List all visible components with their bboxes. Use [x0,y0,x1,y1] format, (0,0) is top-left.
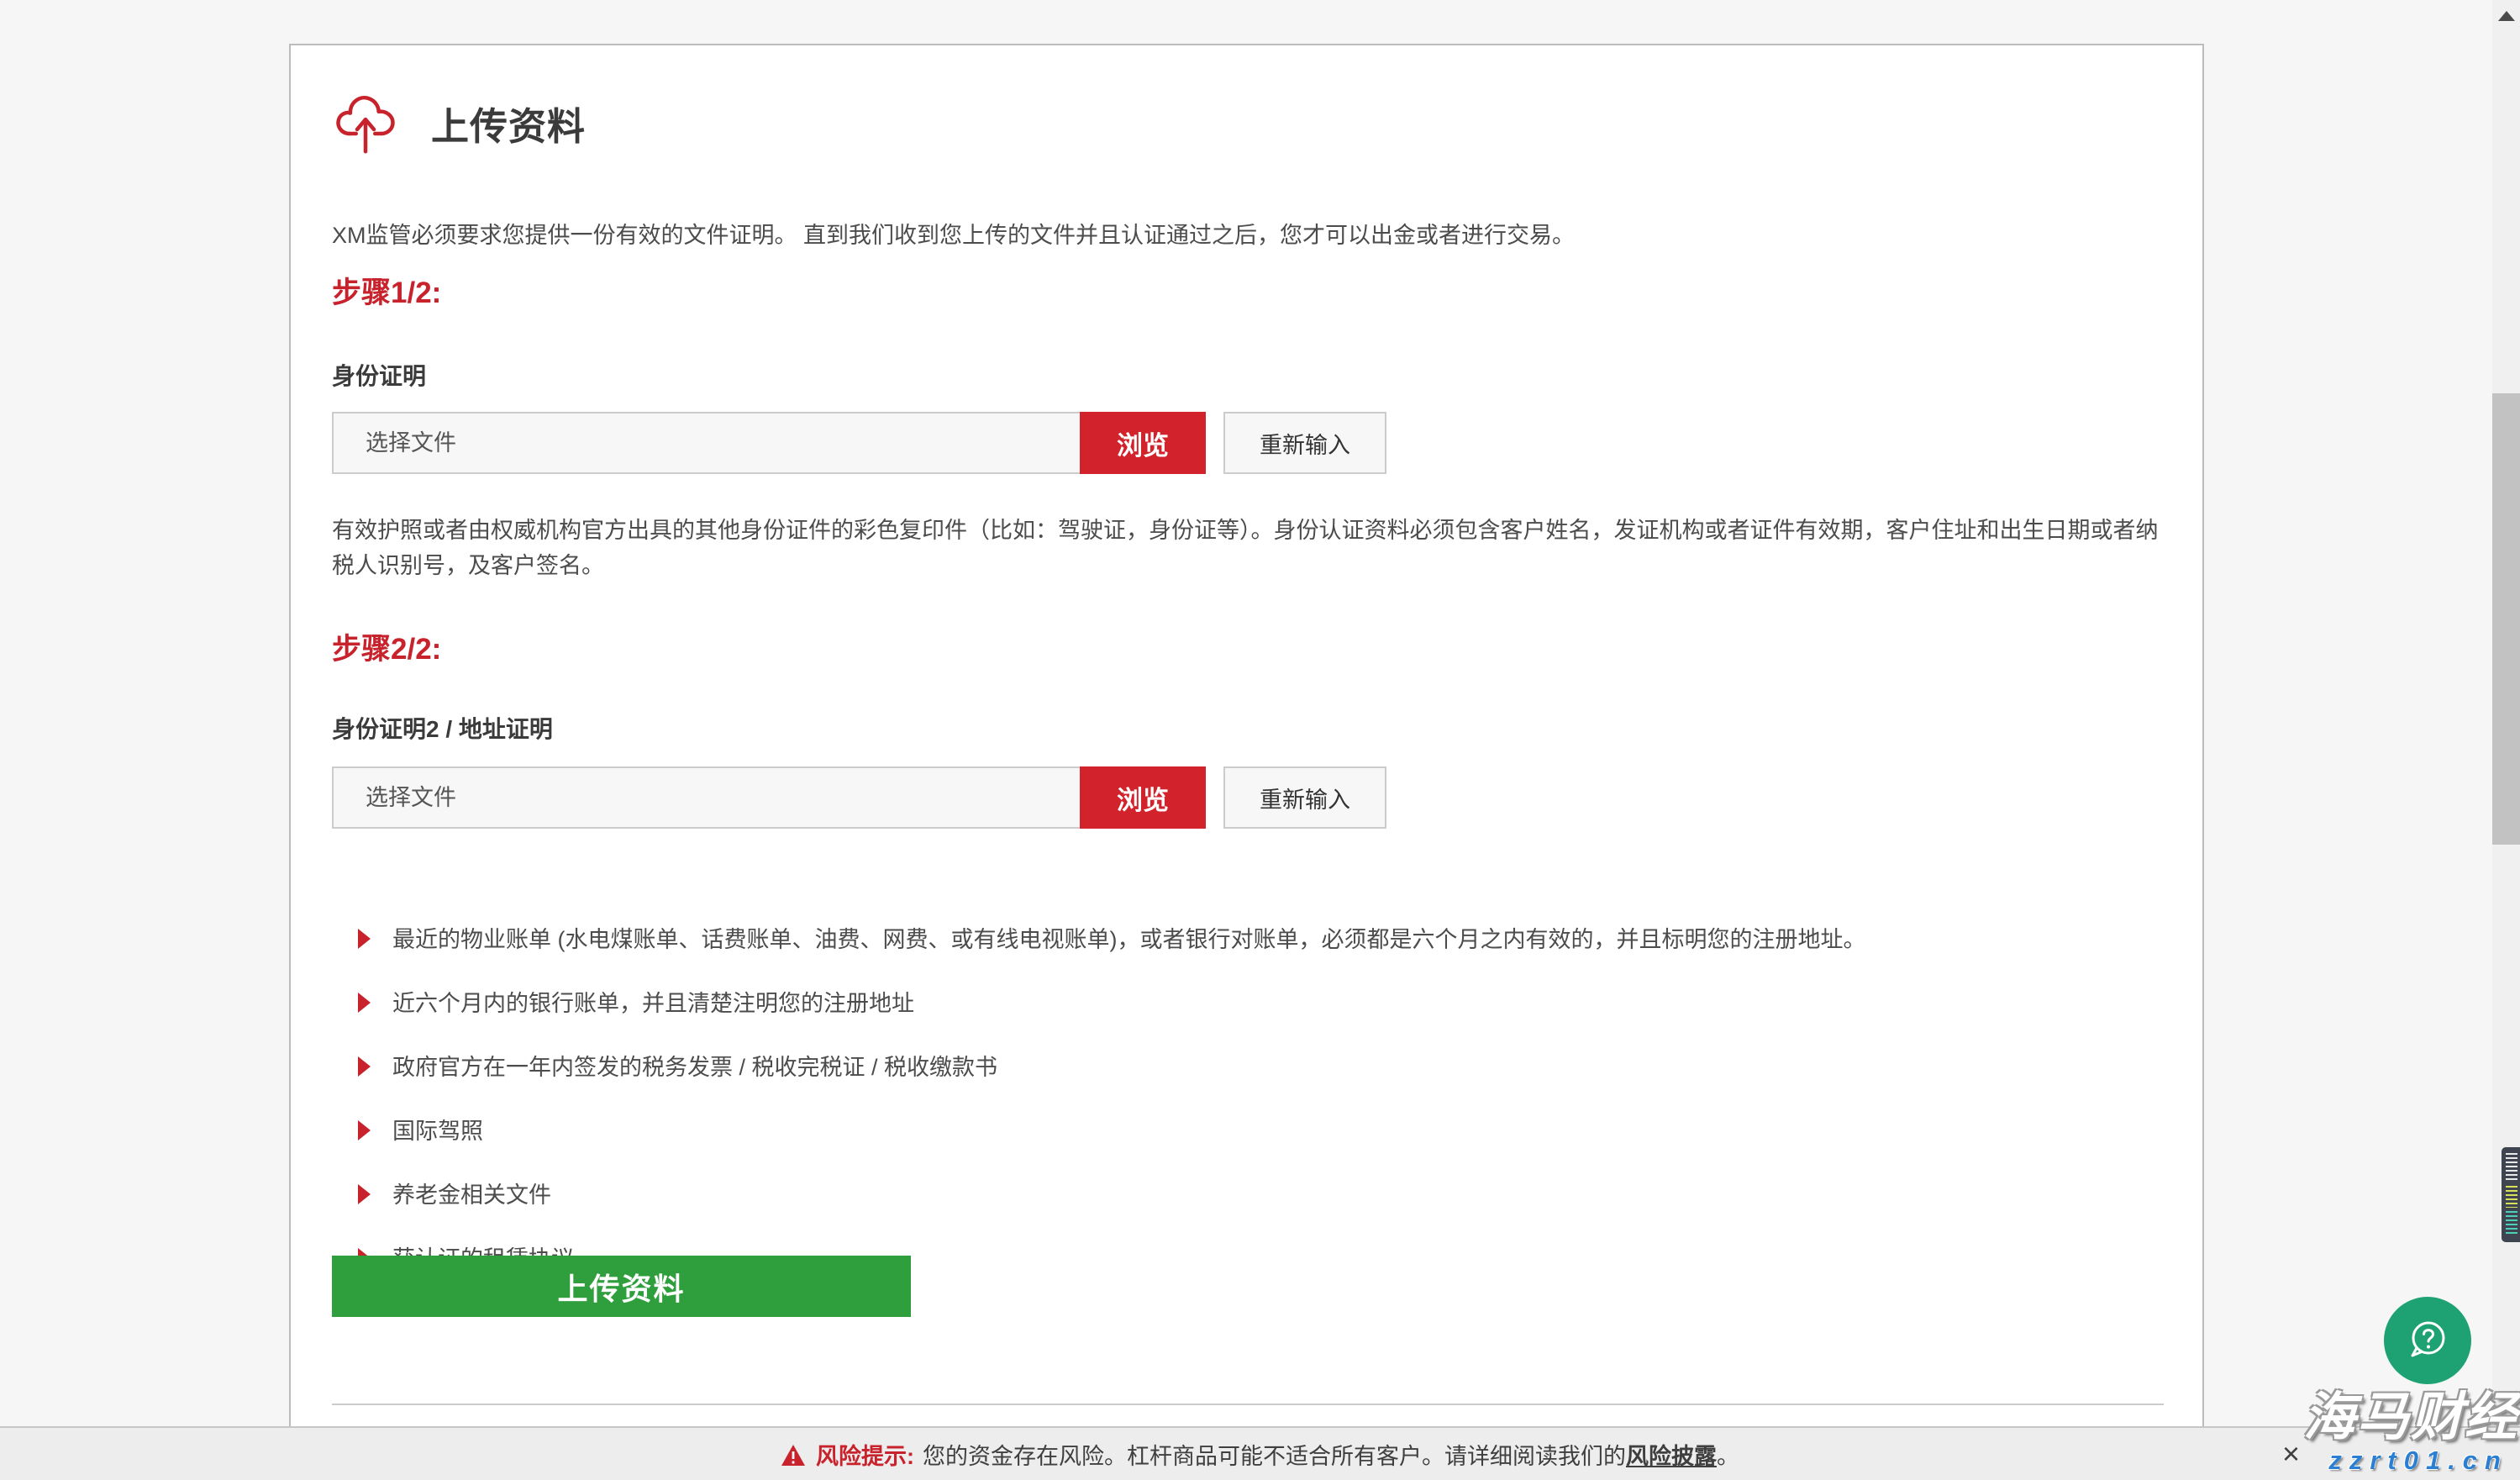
bullet-arrow-icon [358,1184,371,1204]
led-meter-widget[interactable] [2502,1147,2520,1242]
vertical-scrollbar[interactable] [2492,0,2520,1480]
led-yellow-band [2506,1186,2517,1208]
list-item: 养老金相关文件 [358,1177,2123,1209]
page-title: 上传资料 [431,96,586,150]
scroll-up-arrow-icon [2498,11,2515,21]
bullet-arrow-icon [358,1056,371,1077]
document-text: 养老金相关文件 [392,1177,551,1209]
address-proof-file-row: 浏览 重新输入 [332,766,1386,829]
id-proof-label: 身份证明 [332,358,426,392]
risk-warning-bar: 风险提示: 您的资金存在风险。杠杆商品可能不适合所有客户。请详细阅读我们的风险披… [0,1426,2520,1480]
address-proof-label: 身份证明2 / 地址证明 [332,711,553,745]
document-text: 政府官方在一年内签发的税务发票 / 税收完税证 / 税收缴款书 [392,1049,997,1082]
risk-warning-text: 您的资金存在风险。杠杆商品可能不适合所有客户。请详细阅读我们的 [923,1438,1626,1471]
live-chat-button[interactable] [2384,1297,2471,1384]
id-proof-description: 有效护照或者由权威机构官方出具的其他身份证件的彩色复印件（比如：驾驶证，身份证等… [332,513,2168,583]
id-proof-browse-button[interactable]: 浏览 [1080,412,1206,474]
scrollbar-up-button[interactable] [2492,0,2520,32]
card-header: 上传资料 [332,86,586,161]
document-text: 最近的物业账单 (水电煤账单、话费账单、油费、网费、或有线电视账单)，或者银行对… [392,921,1865,954]
document-text: 国际驾照 [392,1113,483,1146]
address-proof-file-input[interactable] [332,766,1080,829]
id-proof-file-row: 浏览 重新输入 [332,412,1386,474]
list-item: 最近的物业账单 (水电煤账单、话费账单、油费、网费、或有线电视账单)，或者银行对… [358,921,2123,954]
step1-heading: 步骤1/2: [332,269,441,312]
risk-disclosure-link[interactable]: 风险披露 [1626,1438,1717,1471]
list-item: 近六个月内的银行账单，并且清楚注明您的注册地址 [358,985,2123,1018]
help-bubble-icon [2402,1314,2454,1368]
page: 上传资料 XM监管必须要求您提供一份有效的文件证明。 直到我们收到您上传的文件并… [0,0,2520,1480]
bullet-arrow-icon [358,929,371,949]
upload-documents-card: 上传资料 XM监管必须要求您提供一份有效的文件证明。 直到我们收到您上传的文件并… [289,44,2204,1480]
risk-warning-period: 。 [1717,1438,1739,1471]
document-text: 近六个月内的银行账单，并且清楚注明您的注册地址 [392,985,914,1018]
accepted-documents-list: 最近的物业账单 (水电煤账单、话费账单、油费、网费、或有线电视账单)，或者银行对… [358,921,2123,1304]
address-proof-reset-button[interactable]: 重新输入 [1223,766,1386,829]
close-warning-button[interactable]: × [2282,1439,2300,1469]
warning-triangle-icon [781,1444,806,1467]
upload-submit-button[interactable]: 上传资料 [332,1256,911,1317]
list-item: 国际驾照 [358,1113,2123,1146]
address-proof-browse-button[interactable]: 浏览 [1080,766,1206,829]
bullet-arrow-icon [358,1120,371,1140]
bullet-arrow-icon [358,993,371,1013]
intro-text: XM监管必须要求您提供一份有效的文件证明。 直到我们收到您上传的文件并且认证通过… [332,219,2165,252]
scrollbar-thumb[interactable] [2492,393,2520,845]
led-teal-band [2506,1211,2517,1236]
risk-warning-label: 风险提示: [816,1438,914,1471]
id-proof-file-input[interactable] [332,412,1080,474]
step2-heading: 步骤2/2: [332,625,441,668]
bottom-divider [332,1404,2164,1405]
list-item: 政府官方在一年内签发的税务发票 / 税收完税证 / 税收缴款书 [358,1049,2123,1082]
led-gray-band [2506,1153,2517,1182]
id-proof-reset-button[interactable]: 重新输入 [1223,412,1386,474]
cloud-upload-icon [332,86,399,161]
